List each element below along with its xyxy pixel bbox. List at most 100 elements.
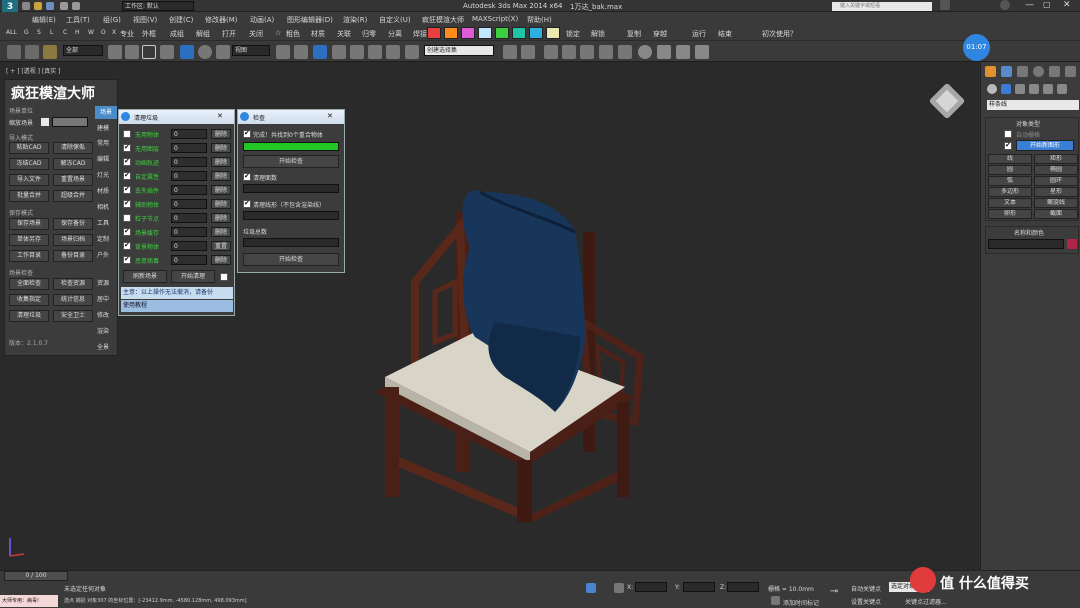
minimize-button[interactable]: — <box>1025 0 1034 10</box>
edit-named-selection-icon[interactable] <box>405 45 419 59</box>
reset-scene-button[interactable]: 重置场景 <box>53 174 93 186</box>
tb-weld[interactable]: 焊接 <box>413 29 427 39</box>
motion-tab-icon[interactable] <box>1033 66 1044 77</box>
start-check-button[interactable]: 开始检查 <box>243 155 339 168</box>
percent-snap-icon[interactable] <box>368 45 382 59</box>
menu-item-modifiers[interactable]: 修改器(M) <box>205 15 238 25</box>
object-color-swatch[interactable] <box>1067 239 1077 249</box>
shape-text-button[interactable]: 文本 <box>988 198 1032 208</box>
schematic-view-icon[interactable] <box>618 45 632 59</box>
mirror-icon[interactable] <box>503 45 517 59</box>
create-tab-icon[interactable] <box>985 66 996 77</box>
shape-rectangle-button[interactable]: 矩形 <box>1034 154 1078 164</box>
layer-manager-icon[interactable] <box>562 45 576 59</box>
clean-lines-checkbox[interactable] <box>243 199 251 208</box>
tab-camera[interactable]: 相机 <box>97 202 109 211</box>
tab-tools[interactable]: 工具 <box>97 218 109 227</box>
name-color-label[interactable]: 名称和颜色 <box>1014 228 1044 237</box>
help-icon[interactable] <box>1000 0 1010 10</box>
rect-selection-icon[interactable] <box>142 45 156 59</box>
cleanup-row-delete[interactable]: 删除 <box>211 199 231 209</box>
scale-value-field[interactable] <box>52 117 88 127</box>
cleanup-row-checkbox[interactable] <box>123 241 131 250</box>
save-scene-button[interactable]: 保存场景 <box>9 218 49 230</box>
unfreeze-cad-button[interactable]: 解冻CAD <box>53 158 93 170</box>
tb-ungroup[interactable]: 解组 <box>196 29 210 39</box>
align-icon[interactable] <box>521 45 535 59</box>
search-input[interactable]: 键入关键字或短语 <box>832 2 932 11</box>
menu-item-views[interactable]: 视图(V) <box>133 15 157 25</box>
freeze-cad-button[interactable]: 冻结CAD <box>9 158 49 170</box>
cleanup-row-checkbox[interactable] <box>123 157 131 166</box>
tb-end[interactable]: 结束 <box>718 29 732 39</box>
menu-item-rendering[interactable]: 渲染(R) <box>343 15 367 25</box>
tab-outdoor[interactable]: 户外 <box>97 250 109 259</box>
cleanup-row-count[interactable]: 0 <box>171 143 207 153</box>
tab-render[interactable]: 渲染 <box>97 326 109 335</box>
tb-detach[interactable]: 分离 <box>388 29 402 39</box>
tb-star[interactable]: ☆ <box>275 29 281 37</box>
full-check-button[interactable]: 全面检查 <box>9 278 49 290</box>
tb-material[interactable]: 材质 <box>311 29 325 39</box>
hierarchy-tab-icon[interactable] <box>1017 66 1028 77</box>
search-icon[interactable] <box>940 0 950 10</box>
absolute-mode-icon[interactable] <box>614 583 624 593</box>
tab-materials[interactable]: 材质 <box>97 186 109 195</box>
tab-custom[interactable]: 定制 <box>97 234 109 243</box>
color-swatch-green[interactable] <box>495 27 509 39</box>
backup-dir-button[interactable]: 备份目录 <box>53 250 93 262</box>
maximize-button[interactable]: ▢ <box>1043 0 1051 9</box>
cleanup-row-checkbox[interactable] <box>123 185 131 194</box>
unlink-icon[interactable] <box>25 45 39 59</box>
shape-section-button[interactable]: 截面 <box>1034 209 1078 219</box>
viewport-label[interactable]: [ + ] [透视 ] [真实 ] <box>6 66 61 75</box>
cleanup-row-count[interactable]: 0 <box>171 227 207 237</box>
auto-grid-checkbox[interactable] <box>1004 130 1012 138</box>
tb-reset-zero[interactable]: 归零 <box>362 29 376 39</box>
cleanup-row-delete[interactable]: 删除 <box>211 213 231 223</box>
tb-first-use[interactable]: 初次使用？ <box>762 29 797 39</box>
rendered-frame-icon[interactable] <box>676 45 690 59</box>
auto-key-label[interactable]: 自动关键点 <box>851 584 881 593</box>
tb-rough-color[interactable]: 粗色 <box>286 29 300 39</box>
tb-lock[interactable]: 锁定 <box>566 29 580 39</box>
menu-item-animation[interactable]: 动画(A) <box>250 15 274 25</box>
filter-x[interactable]: X <box>112 29 116 36</box>
layer-explorer-icon[interactable] <box>544 45 558 59</box>
undo-icon[interactable] <box>60 2 68 10</box>
tb-outer-frame[interactable]: 外框 <box>142 29 156 39</box>
scale-color-swatch[interactable] <box>41 118 49 126</box>
keyboard-shortcut-icon[interactable] <box>313 45 327 59</box>
shape-category-dropdown[interactable]: 样条线 <box>987 100 1079 110</box>
cleanup-row-delete[interactable]: 删除 <box>211 143 231 153</box>
clear-furniture-button[interactable]: 清除傢俬 <box>53 142 93 154</box>
color-swatch-blue[interactable] <box>529 27 543 39</box>
curve-editor-icon[interactable] <box>599 45 613 59</box>
shape-egg-button[interactable]: 卵形 <box>988 209 1032 219</box>
save-file-icon[interactable] <box>46 2 54 10</box>
cleanup-row-delete[interactable]: 删除 <box>211 185 231 195</box>
cleanup-row-count[interactable]: 0 <box>171 199 207 209</box>
time-slider-thumb[interactable]: 0 / 100 <box>4 571 68 581</box>
x-coord-field[interactable] <box>635 582 667 592</box>
color-swatch-magenta[interactable] <box>461 27 475 39</box>
tb-professional[interactable]: 专业 <box>120 29 134 39</box>
menu-item-graph-editors[interactable]: 图形编辑器(D) <box>287 15 333 25</box>
cleanup-row-count[interactable]: 0 <box>171 185 207 195</box>
cleanup-close-button[interactable]: ✕ <box>217 112 223 120</box>
cleanup-row-count[interactable]: 0 <box>171 171 207 181</box>
tab-modeling[interactable]: 建模 <box>97 123 109 132</box>
select-manipulate-icon[interactable] <box>294 45 308 59</box>
add-time-tag-label[interactable]: 添加时间标记 <box>783 598 819 607</box>
tutorial-link[interactable]: 使用教程 <box>121 300 233 312</box>
cleanup-row-delete[interactable]: 删除 <box>211 227 231 237</box>
shape-arc-button[interactable]: 弧 <box>988 176 1032 186</box>
select-link-icon[interactable] <box>7 45 21 59</box>
pivot-center-icon[interactable] <box>276 45 290 59</box>
utilities-tab-icon[interactable] <box>1065 66 1076 77</box>
cameras-icon[interactable] <box>1029 84 1039 94</box>
geometry-icon[interactable] <box>987 84 997 94</box>
cleanup-row-delete[interactable]: 删除 <box>211 129 231 139</box>
security-guard-button[interactable]: 安全卫士 <box>53 310 93 322</box>
refresh-scene-button[interactable]: 刷新场景 <box>123 270 167 283</box>
